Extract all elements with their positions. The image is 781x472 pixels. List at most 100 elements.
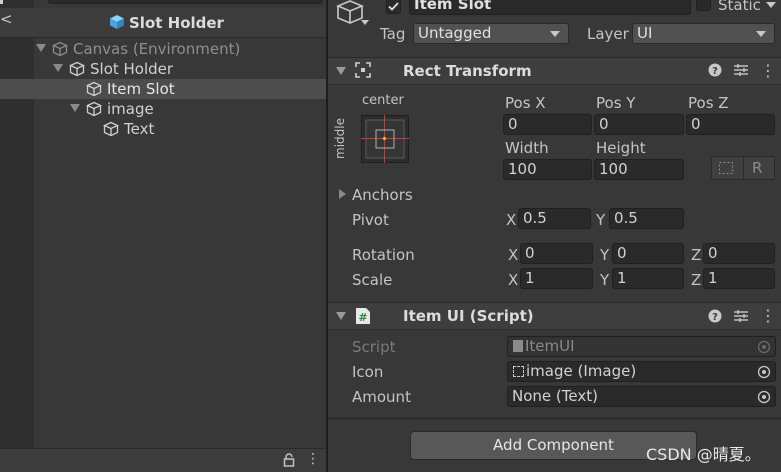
icon-value: image (Image) <box>526 362 637 380</box>
scale-z-axis-label: Z <box>691 271 702 289</box>
chevron-down-icon <box>756 31 766 37</box>
object-picker-icon[interactable] <box>757 365 771 379</box>
chevron-down-icon <box>550 31 560 37</box>
pos-z-field[interactable]: 0 <box>686 114 775 135</box>
anchor-presets-button[interactable] <box>361 115 409 163</box>
width-field[interactable]: 100 <box>503 159 592 180</box>
rot-x-axis-label: X <box>508 246 519 264</box>
scale-z-field[interactable]: 1 <box>703 268 775 289</box>
hierarchy-item-label: image <box>107 100 154 118</box>
script-label: Script <box>352 338 396 356</box>
components-divider <box>328 418 781 419</box>
hierarchy-item-label: Text <box>124 120 155 138</box>
scale-label: Scale <box>352 271 393 289</box>
tag-dropdown[interactable]: Untagged <box>413 23 569 44</box>
height-label: Height <box>596 139 646 157</box>
more-options-icon[interactable]: ⋮ <box>306 451 320 467</box>
hierarchy-footer <box>0 448 326 472</box>
script-field: ItemUI <box>507 336 776 357</box>
svg-text:?: ? <box>712 312 718 323</box>
svg-text:?: ? <box>712 66 718 77</box>
layer-value: UI <box>637 24 653 42</box>
anchors-label[interactable]: Anchors <box>352 186 413 204</box>
expand-arrow-icon[interactable] <box>36 44 46 52</box>
expand-arrow-icon[interactable] <box>53 64 63 72</box>
help-icon[interactable]: ? <box>708 63 722 77</box>
static-checkbox[interactable] <box>696 0 711 11</box>
back-arrow-icon[interactable]: < <box>0 10 13 28</box>
gameobject-icon <box>52 41 68 57</box>
anchor-v-label: middle <box>333 118 347 159</box>
scale-y-field[interactable]: 1 <box>612 268 684 289</box>
amount-field[interactable]: None (Text) <box>507 386 776 407</box>
pos-y-field[interactable]: 0 <box>594 114 684 135</box>
expand-arrow-icon[interactable] <box>70 104 80 112</box>
gameobject-icon <box>86 81 102 97</box>
hierarchy-item[interactable]: Slot Holder <box>0 59 326 79</box>
anchor-h-label: center <box>362 93 404 108</box>
rotation-label: Rotation <box>352 246 415 264</box>
blueprint-mode-icon[interactable] <box>718 161 734 175</box>
fold-arrow-icon[interactable] <box>336 67 346 75</box>
rotation-y-field[interactable]: 0 <box>612 243 684 264</box>
active-checkbox[interactable] <box>386 0 401 14</box>
presets-icon[interactable] <box>733 63 749 77</box>
lock-icon[interactable] <box>283 453 295 467</box>
layer-label: Layer <box>587 25 629 43</box>
layer-dropdown[interactable]: UI <box>632 23 775 44</box>
component-menu-icon[interactable]: ⋮ <box>760 306 776 325</box>
raw-edit-button[interactable]: R <box>752 159 762 177</box>
gameobject-icon <box>86 101 102 117</box>
hierarchy-item[interactable]: Text <box>0 119 326 139</box>
object-picker-icon[interactable] <box>757 390 771 404</box>
pivot-y-axis-label: Y <box>596 211 606 229</box>
pivot-label: Pivot <box>352 211 389 229</box>
gameobject-icon <box>103 121 119 137</box>
watermark: CSDN @晴夏。 <box>646 445 761 464</box>
pos-x-field[interactable]: 0 <box>503 114 592 135</box>
object-picker-icon <box>757 340 771 354</box>
hierarchy-item[interactable]: image <box>0 99 326 119</box>
pivot-x-axis-label: X <box>506 211 517 229</box>
rotation-z-field[interactable]: 0 <box>703 243 775 264</box>
pos-y-label: Pos Y <box>596 94 636 112</box>
height-field[interactable]: 100 <box>594 159 684 180</box>
hierarchy-search-field[interactable] <box>48 0 323 4</box>
gameobject-icon <box>69 61 85 77</box>
tag-value: Untagged <box>418 24 492 42</box>
hierarchy-top-mark <box>0 0 3 4</box>
rotation-x-field[interactable]: 0 <box>520 243 593 264</box>
static-dropdown-caret[interactable] <box>766 2 776 8</box>
hierarchy-title: Slot Holder <box>129 14 224 32</box>
scale-x-axis-label: X <box>508 271 519 289</box>
pivot-x-field[interactable]: 0.5 <box>518 208 591 229</box>
pos-x-label: Pos X <box>505 94 546 112</box>
width-label: Width <box>505 139 549 157</box>
hierarchy-item[interactable]: Item Slot <box>0 79 326 99</box>
hierarchy-item-label: Slot Holder <box>90 60 174 78</box>
tag-label: Tag <box>380 25 406 43</box>
hierarchy-item[interactable]: Canvas (Environment) <box>0 39 326 59</box>
anchors-fold-arrow-icon[interactable] <box>339 189 346 199</box>
scale-y-axis-label: Y <box>600 271 610 289</box>
icon-label: Icon <box>352 363 384 381</box>
script-file-icon <box>513 340 523 352</box>
amount-label: Amount <box>352 388 411 406</box>
hierarchy-item-label: Item Slot <box>107 80 175 98</box>
rot-z-axis-label: Z <box>691 246 702 264</box>
rect-transform-title: Rect Transform <box>403 62 532 80</box>
fold-arrow-icon[interactable] <box>336 312 346 320</box>
component-menu-icon[interactable]: ⋮ <box>760 61 776 80</box>
hierarchy-item-label: Canvas (Environment) <box>73 40 241 58</box>
prefab-cube-icon <box>109 14 125 30</box>
icon-dropdown-caret[interactable] <box>361 20 369 25</box>
static-label: Static <box>718 0 761 14</box>
object-name-field[interactable]: Item Slot <box>409 0 691 15</box>
scale-x-field[interactable]: 1 <box>520 268 593 289</box>
pos-z-label: Pos Z <box>688 94 729 112</box>
icon-field[interactable]: image (Image) <box>507 361 776 382</box>
presets-icon[interactable] <box>733 309 749 323</box>
item-ui-title: Item UI (Script) <box>403 307 534 325</box>
pivot-y-field[interactable]: 0.5 <box>609 208 684 229</box>
help-icon[interactable]: ? <box>708 309 722 323</box>
